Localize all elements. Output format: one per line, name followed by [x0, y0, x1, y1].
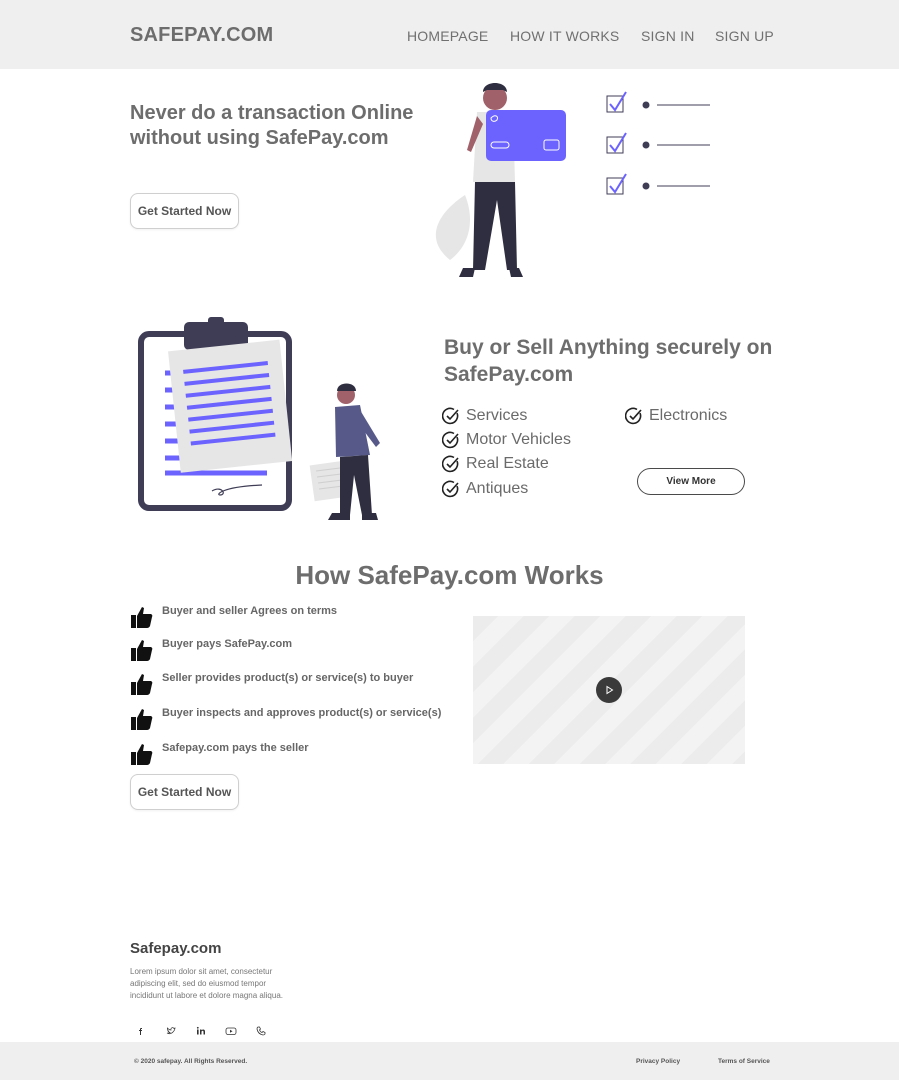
step-item: Buyer and seller Agrees on terms: [130, 605, 337, 631]
thumbs-up-icon: [131, 640, 153, 661]
footer-bar: © 2020 safepay. All Rights Reserved. Pri…: [0, 1042, 899, 1080]
nav-sign-up[interactable]: SIGN UP: [715, 28, 774, 44]
site-header: SAFEPAY.COM HOMEPAGE HOW IT WORKS SIGN I…: [0, 0, 899, 69]
step-item: Buyer inspects and approves product(s) o…: [130, 707, 441, 733]
category-label: Antiques: [466, 480, 529, 497]
thumbs-up-icon: [131, 674, 153, 695]
video-player[interactable]: [473, 616, 745, 764]
get-started-button-secondary[interactable]: Get Started Now: [130, 774, 239, 810]
check-circle-icon: [442, 480, 459, 498]
terms-of-service-link[interactable]: Terms of Service: [718, 1058, 770, 1065]
hero-illustration: [435, 83, 710, 277]
step-item: Buyer pays SafePay.com: [130, 638, 292, 664]
categories-title: Buy or Sell Anything securely on SafePay…: [444, 336, 773, 386]
copyright-text: © 2020 safepay. All Rights Reserved.: [134, 1058, 248, 1065]
facebook-icon[interactable]: [134, 1024, 148, 1038]
linkedin-icon[interactable]: [194, 1024, 208, 1038]
twitter-icon[interactable]: [164, 1024, 178, 1038]
nav-sign-in[interactable]: SIGN IN: [641, 28, 695, 44]
category-label: Services: [466, 407, 528, 424]
check-circle-icon: [442, 407, 459, 425]
privacy-policy-link[interactable]: Privacy Policy: [636, 1058, 680, 1065]
step-text: Buyer inspects and approves product(s) o…: [162, 707, 442, 719]
youtube-icon[interactable]: [224, 1024, 238, 1038]
category-label: Real Estate: [466, 455, 549, 472]
thumbs-up-icon: [131, 744, 153, 765]
play-button[interactable]: [596, 677, 622, 703]
category-electronics[interactable]: Electronics: [625, 406, 727, 426]
check-circle-icon: [442, 455, 459, 473]
category-motor-vehicles[interactable]: Motor Vehicles: [442, 430, 571, 450]
step-text: Buyer and seller Agrees on terms: [162, 605, 338, 617]
phone-icon[interactable]: [254, 1024, 268, 1038]
step-text: Seller provides product(s) or service(s)…: [162, 672, 414, 684]
step-text: Buyer pays SafePay.com: [162, 638, 293, 650]
check-circle-icon: [625, 407, 642, 425]
view-more-button[interactable]: View More: [637, 468, 745, 495]
thumbs-up-icon: [131, 607, 153, 628]
how-it-works-title: How SafePay.com Works: [295, 560, 604, 590]
play-icon: [606, 685, 614, 695]
step-item: Seller provides product(s) or service(s)…: [130, 672, 413, 698]
thumbs-up-icon: [131, 709, 153, 730]
site-logo[interactable]: SAFEPAY.COM: [130, 24, 273, 47]
get-started-button[interactable]: Get Started Now: [130, 193, 239, 229]
check-circle-icon: [442, 431, 459, 449]
clipboard-illustration: [138, 317, 380, 520]
category-label: Electronics: [649, 407, 728, 424]
category-services[interactable]: Services: [442, 406, 527, 426]
category-antiques[interactable]: Antiques: [442, 479, 528, 499]
category-label: Motor Vehicles: [466, 431, 571, 448]
hero-title: Never do a transaction Online without us…: [130, 102, 414, 149]
step-item: Safepay.com pays the seller: [130, 742, 309, 768]
nav-how-it-works[interactable]: HOW IT WORKS: [510, 28, 619, 44]
category-real-estate[interactable]: Real Estate: [442, 454, 549, 474]
footer-description: Lorem ipsum dolor sit amet, consectetur …: [130, 967, 283, 1000]
nav-homepage[interactable]: HOMEPAGE: [407, 28, 488, 44]
footer-brand: Safepay.com: [130, 940, 222, 957]
step-text: Safepay.com pays the seller: [162, 742, 309, 754]
